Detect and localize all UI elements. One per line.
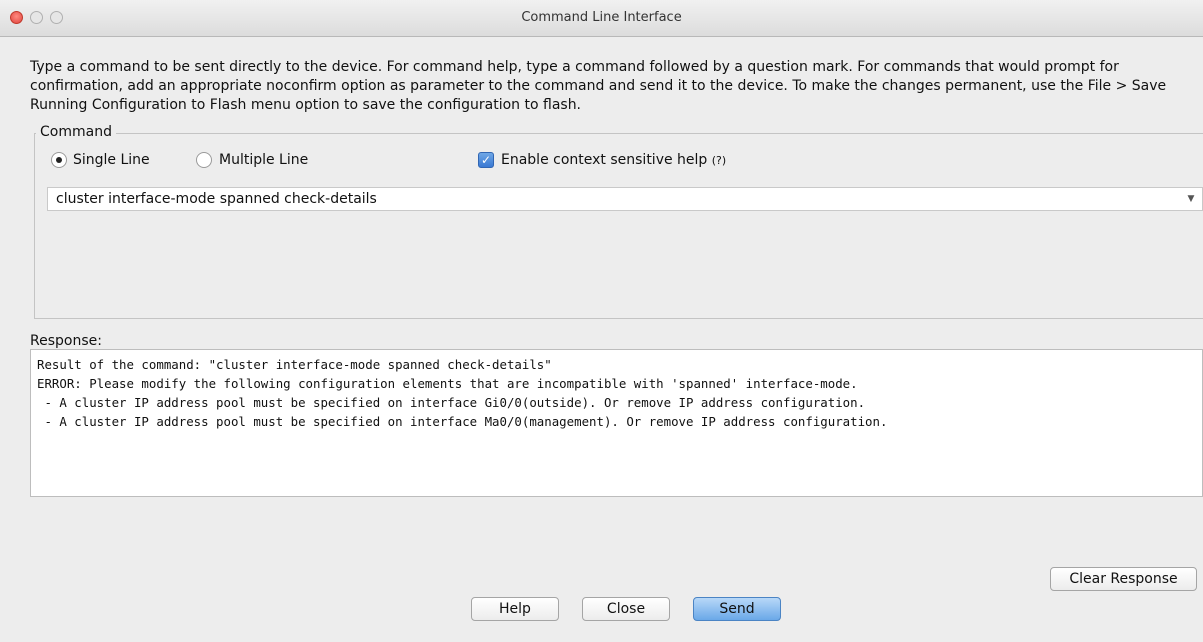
window-title: Command Line Interface xyxy=(521,10,682,25)
single-line-radio[interactable] xyxy=(51,152,67,168)
response-line: - A cluster IP address pool must be spec… xyxy=(37,395,866,410)
context-help-label[interactable]: Enable context sensitive help (?) xyxy=(501,151,726,170)
multiple-line-label[interactable]: Multiple Line xyxy=(219,151,308,169)
chevron-down-icon[interactable]: ▼ xyxy=(1180,188,1202,210)
context-help-checkbox[interactable]: ✓ xyxy=(478,152,494,168)
multiple-line-radio[interactable] xyxy=(196,152,212,168)
send-button[interactable]: Send xyxy=(693,597,781,621)
context-help-text: Enable context sensitive help xyxy=(501,152,708,168)
response-output[interactable]: Result of the command: "cluster interfac… xyxy=(30,349,1203,497)
close-button[interactable]: Close xyxy=(582,597,670,621)
response-line: - A cluster IP address pool must be spec… xyxy=(37,414,888,429)
help-button[interactable]: Help xyxy=(471,597,559,621)
checkmark-icon: ✓ xyxy=(480,153,492,167)
command-combobox[interactable]: cluster interface-mode spanned check-det… xyxy=(47,187,1203,211)
command-group-legend: Command xyxy=(36,123,116,141)
response-label: Response: xyxy=(30,333,102,349)
help-question-mark: (?) xyxy=(711,154,727,167)
command-input[interactable]: cluster interface-mode spanned check-det… xyxy=(56,188,377,210)
title-bar: Command Line Interface xyxy=(0,0,1203,37)
clear-response-button[interactable]: Clear Response xyxy=(1050,567,1197,591)
response-line: ERROR: Please modify the following confi… xyxy=(37,376,858,391)
response-line: Result of the command: "cluster interfac… xyxy=(37,357,552,372)
instructions-text: Type a command to be sent directly to th… xyxy=(30,59,1167,113)
single-line-label[interactable]: Single Line xyxy=(73,151,150,169)
